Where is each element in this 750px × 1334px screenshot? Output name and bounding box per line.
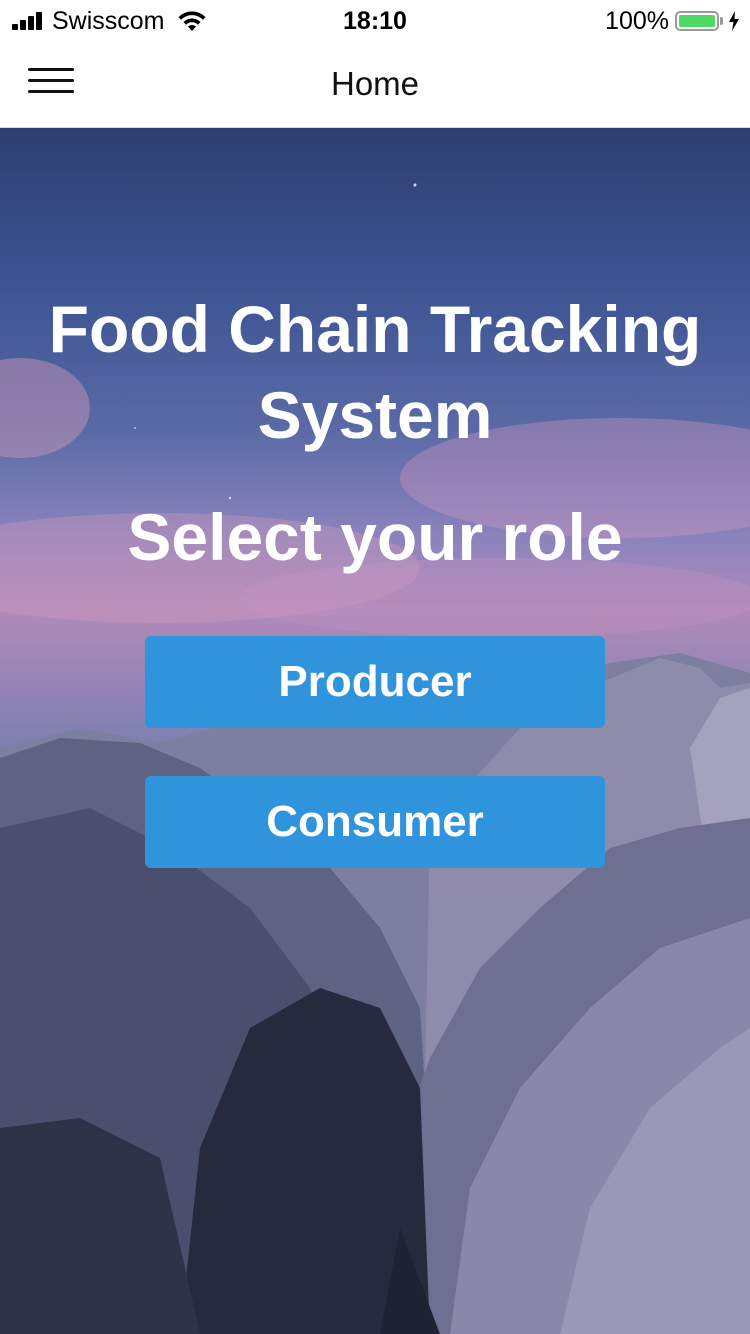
battery-tip (720, 17, 723, 25)
status-right: 100% (605, 6, 740, 36)
battery-percent: 100% (605, 6, 669, 35)
status-bar: Swisscom 18:10 100% (0, 0, 750, 40)
page-title: Home (330, 65, 420, 102)
navigation-bar: Home (0, 40, 750, 128)
app-title: Food Chain Tracking System (48, 292, 702, 452)
producer-button[interactable]: Producer (145, 636, 605, 728)
battery-fill (679, 15, 715, 27)
role-prompt: Select your role (127, 500, 623, 574)
battery-icon (675, 11, 719, 31)
hero-background: Food Chain Tracking System Select your r… (0, 128, 750, 1334)
consumer-button[interactable]: Consumer (145, 776, 605, 868)
charging-bolt-icon (729, 11, 739, 31)
